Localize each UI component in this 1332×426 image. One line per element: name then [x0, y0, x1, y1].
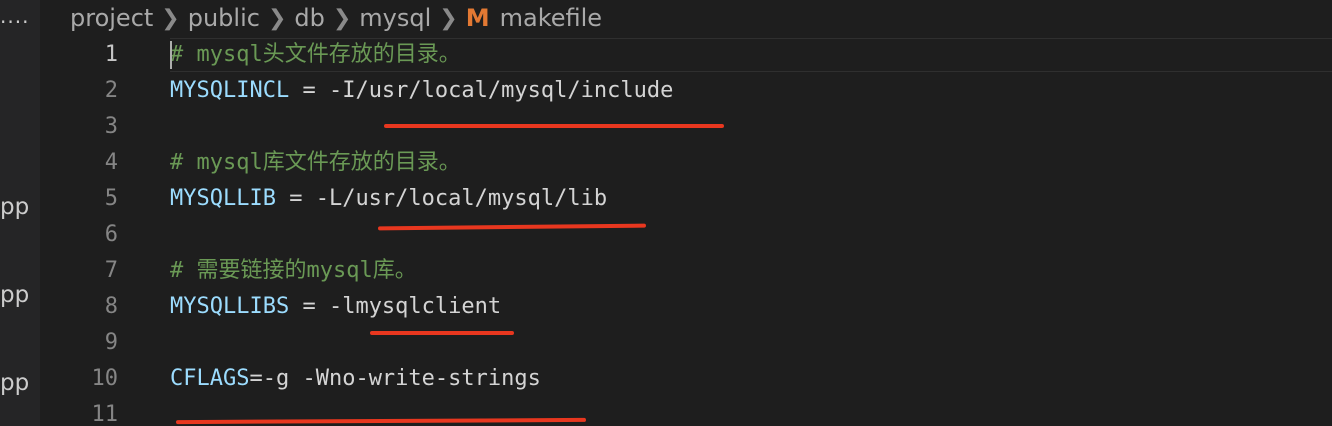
line-number: 5 [104, 186, 118, 211]
code-comment: # mysql库文件存放的目录。 [170, 150, 461, 175]
vscode-window: .... pp pp pp project ❯ public ❯ db ❯ my… [0, 0, 1332, 426]
text-cursor [170, 41, 172, 69]
code-line[interactable]: 1 # mysql头文件存放的目录。 [40, 37, 1332, 73]
more-actions-icon[interactable]: .... [0, 4, 29, 28]
breadcrumb-item-public[interactable]: public [188, 4, 260, 32]
explorer-item[interactable]: pp [0, 194, 29, 220]
line-code: MYSQLINCL = -I/usr/local/mysql/include [170, 73, 673, 109]
code-line[interactable]: 5 MYSQLLIB = -L/usr/local/mysql/lib [40, 181, 1332, 217]
code-variable: MYSQLLIB [170, 186, 276, 211]
line-number: 3 [104, 114, 118, 139]
breadcrumb-item-mysql[interactable]: mysql [359, 4, 431, 32]
line-number: 11 [91, 402, 119, 426]
code-line[interactable]: 4 # mysql库文件存放的目录。 [40, 145, 1332, 181]
code-text: = -L/usr/local/mysql/lib [275, 186, 608, 211]
chevron-right-icon: ❯ [161, 5, 180, 31]
explorer-item[interactable]: pp [0, 282, 29, 308]
code-text: =-g -Wno-write-strings [249, 366, 541, 391]
line-number: 9 [104, 330, 118, 355]
makefile-icon: M [465, 4, 490, 32]
code-editor[interactable]: 1 # mysql头文件存放的目录。 2 MYSQLINCL = -I/usr/loc… [40, 36, 1332, 426]
red-underline-annotation [370, 331, 514, 335]
line-number: 8 [104, 294, 118, 319]
breadcrumb-item-project[interactable]: project [70, 4, 153, 32]
explorer-item[interactable]: pp [0, 370, 29, 396]
chevron-right-icon: ❯ [439, 5, 458, 31]
line-code: # mysql库文件存放的目录。 [170, 145, 461, 181]
line-number: 7 [104, 258, 118, 283]
code-line[interactable]: 8 MYSQLLIBS = -lmysqlclient [40, 289, 1332, 325]
code-text: = -I/usr/local/mysql/include [289, 78, 674, 103]
chevron-right-icon: ❯ [267, 5, 287, 31]
line-code: CFLAGS=-g -Wno-write-strings [170, 361, 541, 397]
code-line[interactable]: 10 CFLAGS=-g -Wno-write-strings [40, 361, 1332, 397]
code-variable: MYSQLINCL [170, 78, 290, 103]
explorer-sidebar: .... pp pp pp [0, 0, 40, 426]
code-line[interactable]: 6 [40, 217, 1332, 253]
line-number: 10 [91, 366, 119, 391]
line-code: MYSQLLIB = -L/usr/local/mysql/lib [170, 181, 607, 217]
line-number: 1 [104, 42, 118, 67]
code-line[interactable]: 7 # 需要链接的mysql库。 [40, 253, 1332, 289]
code-variable: MYSQLLIBS [170, 294, 290, 319]
line-code: MYSQLLIBS = -lmysqlclient [170, 289, 501, 325]
code-variable: CFLAGS [170, 366, 250, 391]
breadcrumb: project ❯ public ❯ db ❯ mysql ❯ M makefi… [40, 0, 1332, 36]
breadcrumb-item-db[interactable]: db [294, 4, 324, 32]
code-comment: # mysql头文件存放的目录。 [170, 42, 461, 67]
line-number: 4 [104, 150, 118, 175]
line-number: 2 [104, 78, 118, 103]
red-underline-annotation [384, 124, 724, 128]
code-comment: # 需要链接的mysql库。 [170, 258, 417, 283]
chevron-right-icon: ❯ [332, 5, 352, 31]
code-line[interactable]: 9 [40, 325, 1332, 361]
code-line[interactable]: 2 MYSQLINCL = -I/usr/local/mysql/include [40, 73, 1332, 109]
code-text: = -lmysqlclient [289, 294, 502, 319]
line-code: # 需要链接的mysql库。 [170, 253, 417, 289]
line-number: 6 [104, 222, 118, 247]
breadcrumb-item-makefile[interactable]: makefile [500, 4, 602, 32]
line-code: # mysql头文件存放的目录。 [170, 37, 461, 73]
